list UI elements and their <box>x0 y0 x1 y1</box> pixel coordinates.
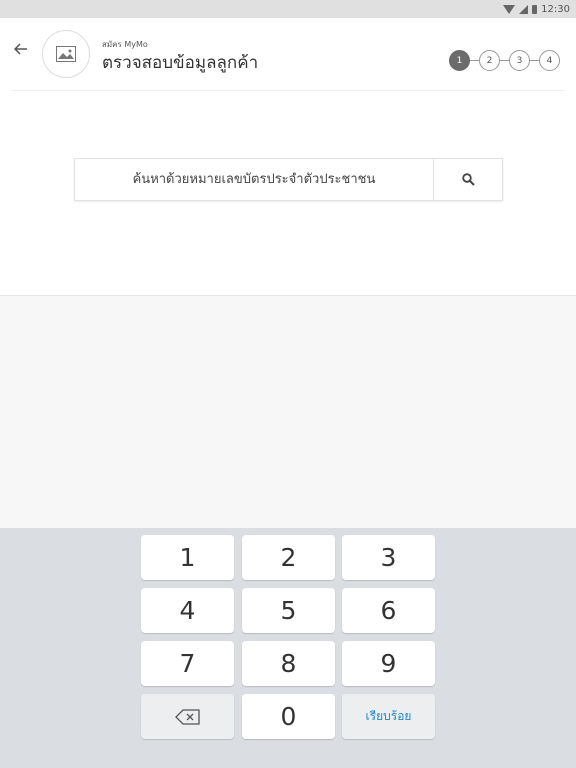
image-placeholder-icon <box>56 46 76 62</box>
numeric-keyboard: 1 2 3 4 5 6 7 8 9 0 เรียบร้อย <box>0 528 576 768</box>
done-key[interactable]: เรียบร้อย <box>342 694 435 739</box>
key-4[interactable]: 4 <box>141 588 234 633</box>
step-3: 3 <box>509 50 530 71</box>
key-8[interactable]: 8 <box>242 641 335 686</box>
back-arrow-svg <box>13 43 27 55</box>
battery-icon <box>532 4 538 14</box>
back-arrow-icon[interactable] <box>11 41 31 61</box>
wifi-icon <box>503 4 516 14</box>
step-indicator: 1 2 3 4 <box>449 49 560 72</box>
step-4: 4 <box>539 50 560 71</box>
backspace-icon <box>174 708 200 725</box>
backspace-key[interactable] <box>141 694 234 739</box>
search-icon <box>461 173 475 186</box>
step-2: 2 <box>479 50 500 71</box>
page-title: ตรวจสอบข้อมูลลูกค้า <box>102 53 259 73</box>
search-button[interactable] <box>433 159 502 200</box>
customer-check-card: สมัคร MyMo ตรวจสอบข้อมูลลูกค้า 1 2 3 4 <box>0 18 576 296</box>
key-7[interactable]: 7 <box>141 641 234 686</box>
header: สมัคร MyMo ตรวจสอบข้อมูลลูกค้า 1 2 3 4 <box>0 18 576 90</box>
key-9[interactable]: 9 <box>342 641 435 686</box>
avatar <box>42 30 90 78</box>
key-1[interactable]: 1 <box>141 535 234 580</box>
cell-signal-icon <box>519 4 529 14</box>
key-5[interactable]: 5 <box>242 588 335 633</box>
step-1: 1 <box>449 50 470 71</box>
id-search-box <box>74 158 503 201</box>
key-2[interactable]: 2 <box>242 535 335 580</box>
key-0[interactable]: 0 <box>242 694 335 739</box>
step-connector <box>530 60 539 61</box>
step-connector <box>470 60 479 61</box>
header-divider <box>12 90 564 91</box>
key-6[interactable]: 6 <box>342 588 435 633</box>
key-3[interactable]: 3 <box>342 535 435 580</box>
status-time: 12:30 <box>541 3 570 15</box>
step-connector <box>500 60 509 61</box>
id-search-input[interactable] <box>75 159 433 200</box>
status-bar: 12:30 <box>0 0 576 18</box>
